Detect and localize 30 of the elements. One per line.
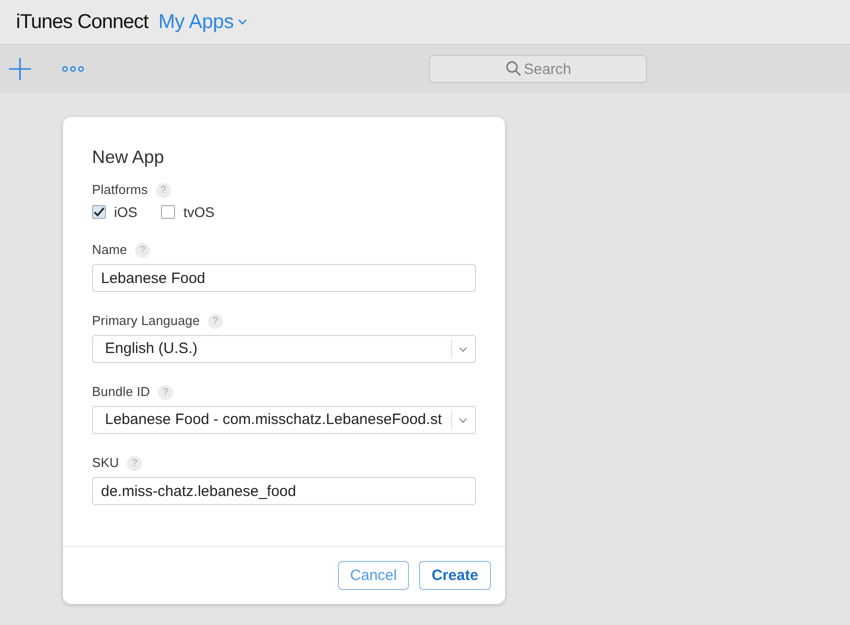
checkbox-label: tvOS bbox=[183, 203, 214, 221]
chevron-down-icon bbox=[459, 418, 467, 422]
caret-icon bbox=[238, 19, 247, 25]
app-title: iTunes Connect bbox=[16, 10, 148, 35]
search-icon bbox=[506, 61, 521, 76]
field-label: Name bbox=[92, 242, 128, 258]
create-button[interactable]: Create bbox=[419, 561, 491, 590]
checkbox-label: iOS bbox=[114, 203, 138, 221]
field-label: Platforms bbox=[92, 182, 148, 198]
text-field[interactable]: Lebanese Food bbox=[92, 264, 476, 292]
field-label: Bundle ID bbox=[92, 384, 150, 400]
field-label: SKU bbox=[92, 455, 120, 471]
more-icon[interactable] bbox=[62, 66, 84, 72]
my-apps-menu[interactable]: My Apps bbox=[158, 7, 247, 37]
chevron-down-icon bbox=[459, 346, 467, 352]
help-button[interactable]: ? bbox=[156, 182, 171, 198]
help-button[interactable]: ? bbox=[208, 314, 223, 328]
select-field[interactable]: Lebanese Food - com.misschatz.LebaneseFood.st bbox=[92, 406, 476, 434]
help-button[interactable]: ? bbox=[127, 456, 142, 470]
dialog-title: New App bbox=[92, 146, 166, 168]
search-field[interactable]: Search bbox=[429, 55, 647, 83]
plus-icon[interactable] bbox=[9, 58, 31, 80]
help-button[interactable]: ? bbox=[135, 242, 150, 258]
checkbox[interactable] bbox=[92, 205, 106, 219]
field-label: Primary Language bbox=[92, 313, 200, 329]
select-field[interactable]: English (U.S.) bbox=[92, 335, 476, 363]
cancel-button[interactable]: Cancel bbox=[338, 561, 409, 590]
text-field[interactable]: de.miss-chatz.lebanese_food bbox=[92, 477, 476, 505]
checkbox[interactable] bbox=[161, 205, 176, 219]
help-button[interactable]: ? bbox=[158, 384, 173, 400]
